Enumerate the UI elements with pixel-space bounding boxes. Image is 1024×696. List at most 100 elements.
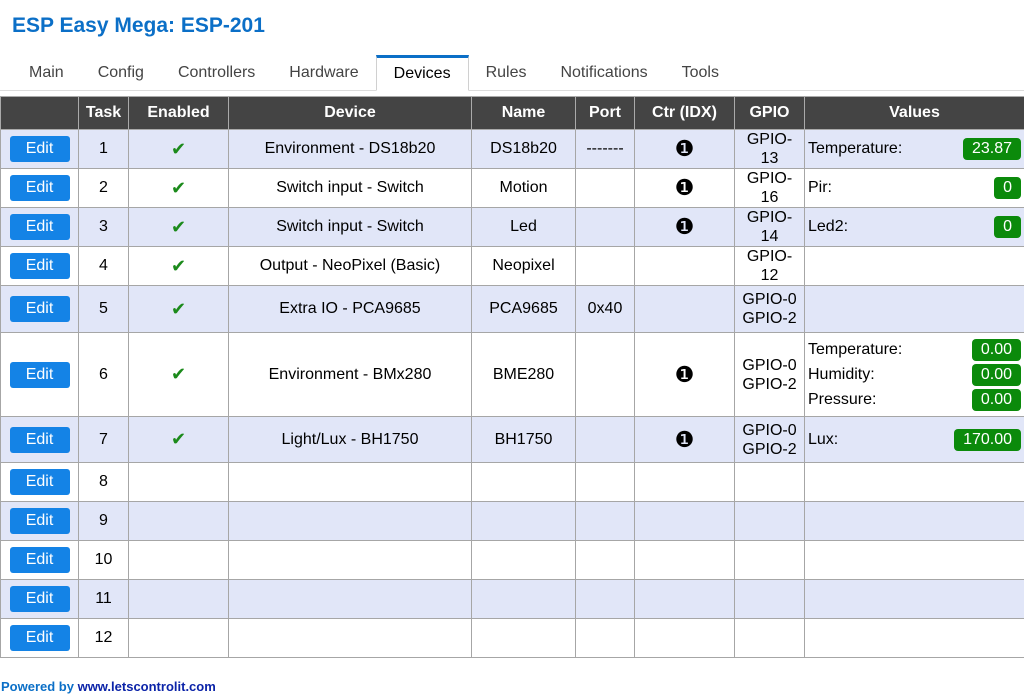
edit-button[interactable]: Edit xyxy=(9,625,70,651)
tab-tools[interactable]: Tools xyxy=(665,55,736,91)
port-value xyxy=(575,207,635,247)
tab-main[interactable]: Main xyxy=(0,55,81,91)
value-row: Pir: 0 xyxy=(808,176,1021,201)
port-value xyxy=(575,579,635,619)
edit-button[interactable]: Edit xyxy=(9,136,70,162)
edit-cell: Edit xyxy=(0,579,79,619)
enabled-cell xyxy=(128,462,229,502)
controller-cell xyxy=(634,501,735,541)
edit-button[interactable]: Edit xyxy=(9,426,70,453)
value-label: Lux: xyxy=(808,430,839,448)
enabled-cell xyxy=(128,579,229,619)
enabled-cell xyxy=(128,540,229,580)
value-badge: 0 xyxy=(994,177,1021,199)
table-row: Edit 8 xyxy=(0,462,1024,502)
gpio-pin: GPIO-0 xyxy=(742,356,797,374)
table-row: Edit 9 xyxy=(0,501,1024,541)
table-row: Edit 10 xyxy=(0,540,1024,580)
task-name xyxy=(471,540,576,580)
task-name: BME280 xyxy=(471,332,576,417)
task-number: 6 xyxy=(78,332,129,417)
value-badge: 0.00 xyxy=(971,388,1021,411)
tab-devices[interactable]: Devices xyxy=(375,55,469,91)
page-title: ESP Easy Mega: ESP-201 xyxy=(12,14,265,37)
enabled-cell: ✔ xyxy=(128,285,229,333)
gpio-cell: GPIO-13 xyxy=(734,129,805,169)
controller-cell xyxy=(634,579,735,619)
edit-button[interactable]: Edit xyxy=(9,586,70,612)
task-name xyxy=(471,579,576,619)
gpio-cell xyxy=(734,618,805,658)
edit-cell: Edit xyxy=(0,207,79,247)
column-header xyxy=(0,96,79,130)
task-name: Led xyxy=(471,207,576,247)
value-label: Humidity: xyxy=(808,365,875,383)
gpio-pin: GPIO-0 xyxy=(742,291,797,308)
values-cell xyxy=(804,540,1024,580)
edit-cell: Edit xyxy=(0,246,79,286)
task-number: 5 xyxy=(78,285,129,333)
value-row: Lux: 170.00 xyxy=(808,427,1021,452)
task-name: PCA9685 xyxy=(471,285,576,333)
value-label: Temperature: xyxy=(808,140,903,157)
task-number: 4 xyxy=(78,246,129,286)
edit-button[interactable]: Edit xyxy=(9,547,70,573)
gpio-cell: GPIO-14 xyxy=(734,207,805,247)
device-name: Environment - DS18b20 xyxy=(228,129,472,169)
controller-cell xyxy=(634,246,735,286)
device-name xyxy=(228,579,472,619)
edit-cell: Edit xyxy=(0,332,79,417)
tab-controllers[interactable]: Controllers xyxy=(161,55,272,91)
edit-button[interactable]: Edit xyxy=(9,214,70,240)
edit-cell: Edit xyxy=(0,501,79,541)
footer: Powered by www.letscontrolit.com xyxy=(1,679,216,694)
enabled-cell: ✔ xyxy=(128,129,229,169)
edit-button[interactable]: Edit xyxy=(9,175,70,201)
value-row: Humidity: 0.00 xyxy=(808,362,1021,387)
gpio-pin: GPIO-12 xyxy=(746,248,793,284)
tab-rules[interactable]: Rules xyxy=(469,55,544,91)
edit-button[interactable]: Edit xyxy=(9,469,70,495)
value-row: Pressure: 0.00 xyxy=(808,387,1021,412)
values-cell: Lux: 170.00 xyxy=(804,416,1024,463)
edit-button[interactable]: Edit xyxy=(9,361,70,388)
gpio-cell: GPIO-16 xyxy=(734,168,805,208)
table-row: Edit 3 ✔ Switch input - Switch Led ❶ GPIO-14 Le… xyxy=(0,207,1024,247)
controller-cell: ❶ xyxy=(634,168,735,208)
edit-button[interactable]: Edit xyxy=(9,508,70,534)
table-row: Edit 11 xyxy=(0,579,1024,619)
value-badge: 0.00 xyxy=(971,338,1021,361)
gpio-pin: GPIO-2 xyxy=(742,440,797,458)
value-badge: 0 xyxy=(994,216,1021,238)
gpio-cell: GPIO-0 GPIO-2 xyxy=(734,416,805,463)
port-value xyxy=(575,540,635,580)
enabled-cell: ✔ xyxy=(128,246,229,286)
task-name: BH1750 xyxy=(471,416,576,463)
tab-config[interactable]: Config xyxy=(81,55,161,91)
enabled-cell: ✔ xyxy=(128,207,229,247)
device-name: Light/Lux - BH1750 xyxy=(228,416,472,463)
task-number: 10 xyxy=(78,540,129,580)
edit-cell: Edit xyxy=(0,462,79,502)
edit-button[interactable]: Edit xyxy=(9,253,70,279)
table-header-row: Task Enabled Device Name Port Ctr (IDX) GPIO Va… xyxy=(0,96,1024,130)
controller-cell: ❶ xyxy=(634,416,735,463)
column-header: Values xyxy=(804,96,1024,130)
port-value xyxy=(575,168,635,208)
value-badge: 170.00 xyxy=(954,428,1021,451)
task-number: 12 xyxy=(78,618,129,658)
footer-link[interactable]: www.letscontrolit.com xyxy=(78,679,216,694)
port-value xyxy=(575,332,635,417)
device-name xyxy=(228,540,472,580)
task-name xyxy=(471,462,576,502)
task-name xyxy=(471,618,576,658)
tab-notifications[interactable]: Notifications xyxy=(543,55,664,91)
gpio-cell: GPIO-0 GPIO-2 xyxy=(734,285,805,333)
checkmark-icon: ✔ xyxy=(170,429,187,449)
controller-cell xyxy=(634,540,735,580)
tab-hardware[interactable]: Hardware xyxy=(272,55,375,91)
edit-button[interactable]: Edit xyxy=(9,296,70,322)
controller-one-icon: ❶ xyxy=(674,361,695,387)
values-cell: Temperature: 0.00 Humidity: 0.00 Pressure: 0.… xyxy=(804,332,1024,417)
controller-one-icon: ❶ xyxy=(674,136,695,161)
